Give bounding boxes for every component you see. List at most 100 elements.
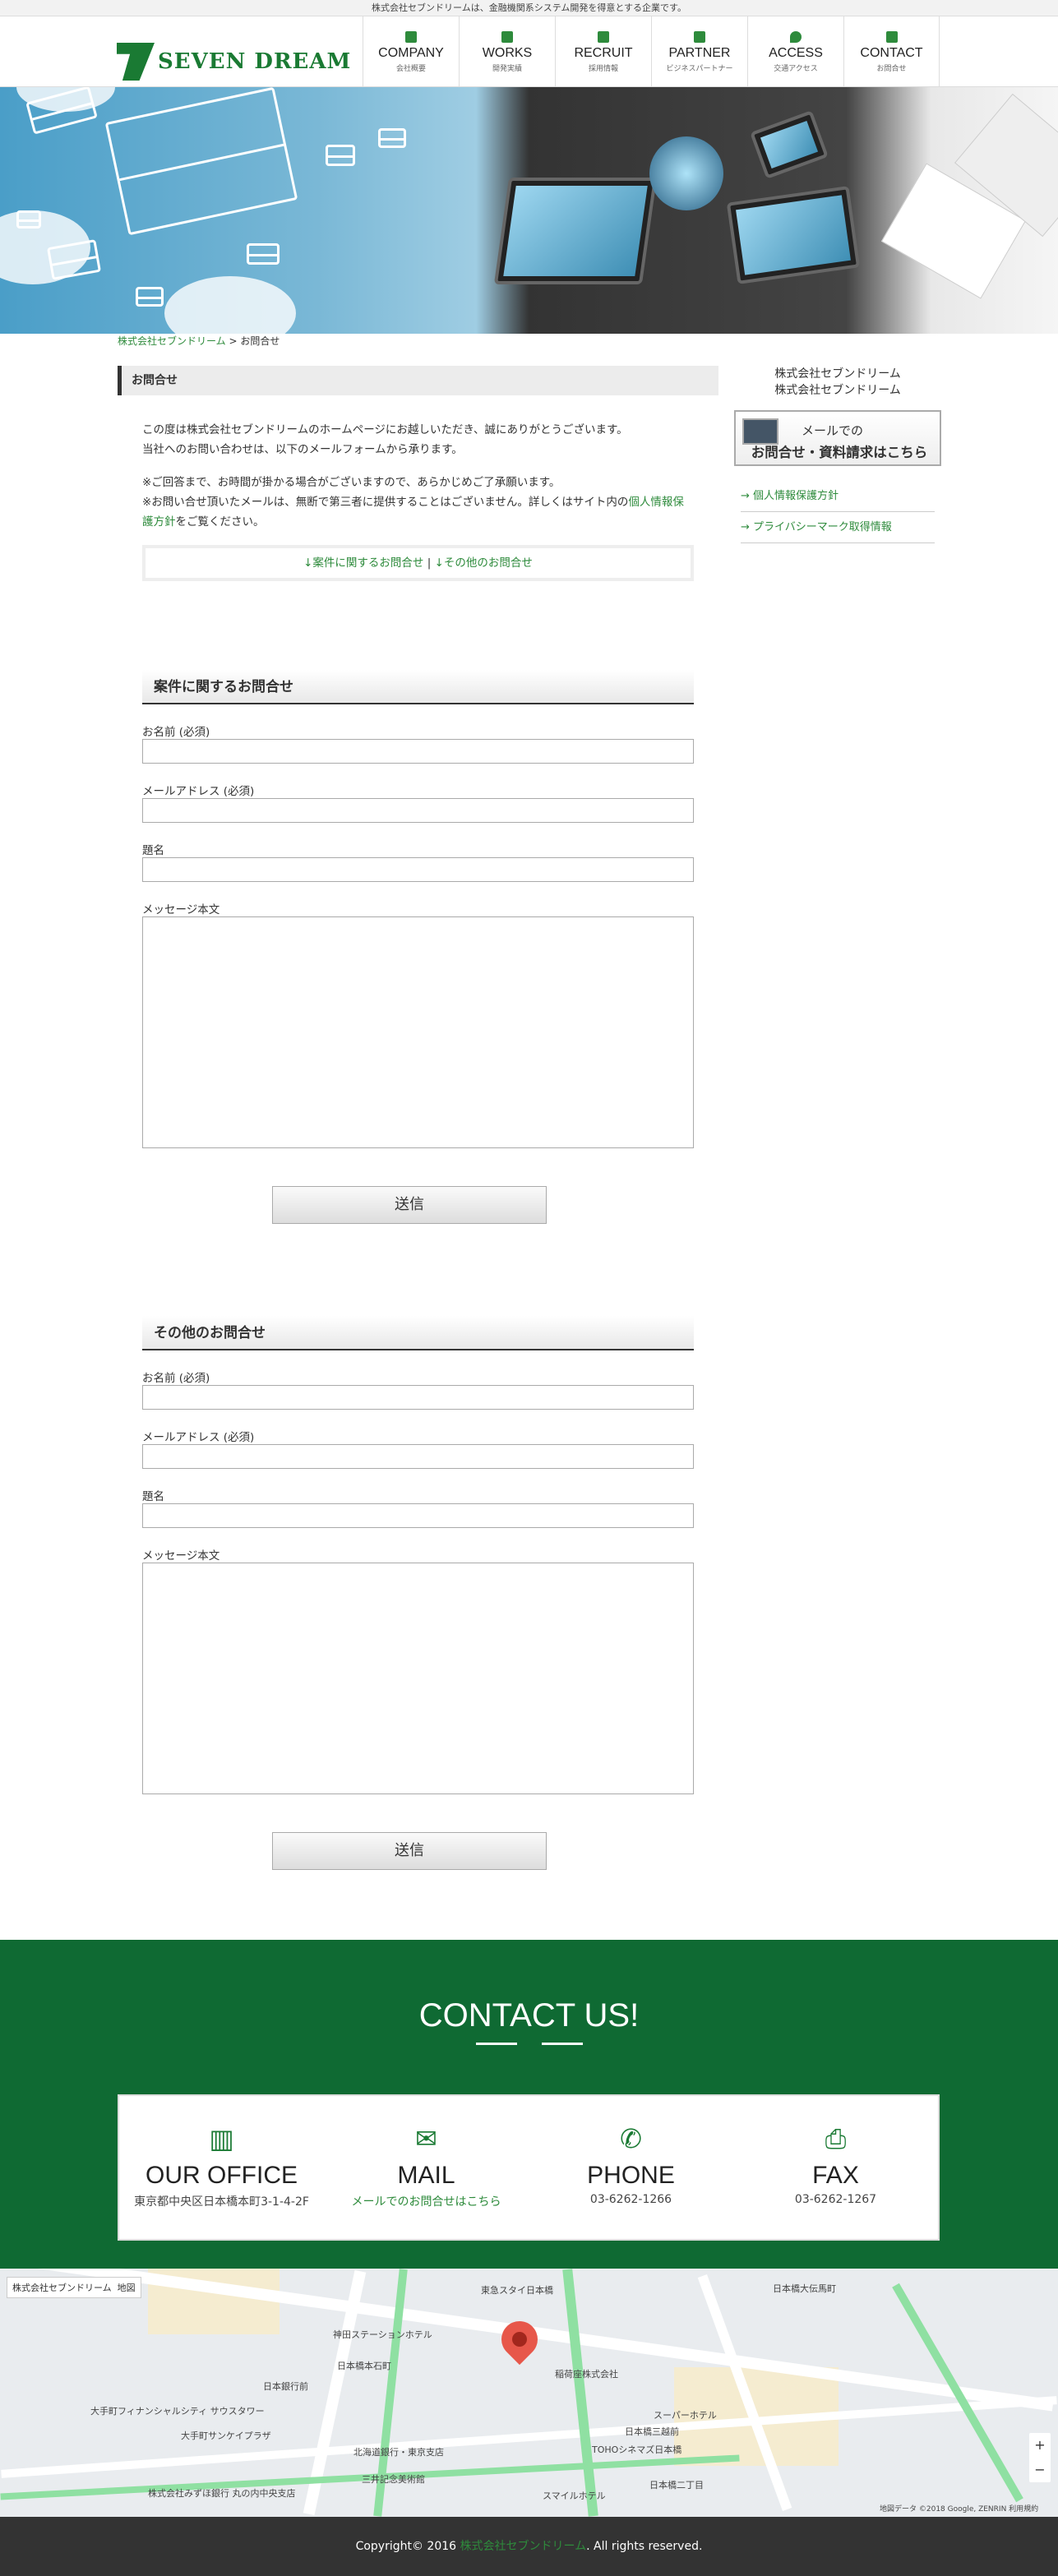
anchor-project-inquiry[interactable]: ↓案件に関するお問合せ (303, 556, 423, 570)
map-place-name: 株式会社セブンドリーム (12, 2283, 112, 2293)
sidebar: 株式会社セブンドリーム 株式会社セブンドリーム メールでの お問合せ・資料請求はこ… (734, 366, 941, 543)
email-label: メールアドレス (必須) (142, 785, 255, 798)
mail-title: MAIL (397, 2162, 455, 2189)
fax-title: FAX (812, 2162, 859, 2189)
map-label: 稲荷座株式会社 (555, 2369, 618, 2380)
nav-company[interactable]: COMPANY 会社概要 (363, 16, 459, 87)
banner-line2: お問合せ・資料請求はこちら (751, 445, 928, 460)
subject-field[interactable] (142, 857, 694, 882)
map-label: 大手町フィナンシャルシティ サウスタワー (90, 2406, 265, 2417)
office-title: OUR OFFICE (146, 2162, 298, 2189)
map-type-tab[interactable]: 地図 (118, 2283, 136, 2293)
nav-label: WORKS (482, 45, 533, 60)
map-label: 日本銀行前 (263, 2381, 308, 2392)
building-icon (405, 30, 417, 43)
contact-title: CONTACT US! (418, 1997, 640, 2034)
nav-access[interactable]: ACCESS 交通アクセス (747, 16, 843, 87)
main-nav: COMPANY 会社概要 WORKS 開発実績 RECRUIT 採用情報 PARTNE… (363, 16, 940, 87)
breadcrumb-home[interactable]: 株式会社セブンドリーム (118, 335, 226, 347)
project-inquiry-form: 案件に関するお問合せ お名前 (必須) メールアドレス (必須) 題名 メッセー… (142, 670, 694, 1224)
sidebar-item-privacy[interactable]: → 個人情報保護方針 (741, 481, 935, 512)
subject-label: 題名 (142, 1490, 164, 1503)
main-content: お問合せ この度は株式会社セブンドリームのホームページにお越しいただき、誠にあり… (118, 366, 718, 1870)
nav-contact[interactable]: CONTACT お問合せ (843, 16, 940, 87)
map-label: 日本橋大伝馬町 (773, 2283, 836, 2294)
subject-field[interactable] (142, 1503, 694, 1528)
zoom-controls[interactable]: + − (1029, 2433, 1051, 2482)
anchor-other-inquiry[interactable]: ↓その他のお問合せ (435, 556, 533, 570)
nav-works[interactable]: WORKS 開発実績 (459, 16, 555, 87)
logo-text: SEVEN DREAM (158, 49, 352, 74)
contact-icon (885, 30, 898, 43)
footer: Copyright© 2016 株式会社セブンドリーム. All rights … (0, 2517, 1058, 2576)
other-inquiry-form: その他のお問合せ お名前 (必須) メールアドレス (必須) 題名 メッセージ本… (142, 1316, 694, 1870)
fax-info: ⎙ FAX 03-6262-1267 (733, 2096, 938, 2239)
works-icon (501, 30, 513, 43)
company-name: 株式会社セブンドリーム (774, 384, 901, 397)
nav-sublabel: ビジネスパートナー (666, 64, 733, 73)
name-label: お名前 (必須) (142, 1372, 210, 1385)
map-label: TOHOシネマズ日本橋 (592, 2444, 682, 2455)
subject-label: 題名 (142, 844, 164, 857)
name-field[interactable] (142, 739, 694, 764)
banner-line1: メールでの (802, 423, 864, 438)
nav-recruit[interactable]: RECRUIT 採用情報 (555, 16, 651, 87)
nav-partner[interactable]: PARTNER ビジネスパートナー (651, 16, 747, 87)
contact-box: ▥ OUR OFFICE 東京都中央区日本橋本町3-1-4-2F ✉ MAIL … (118, 2094, 940, 2241)
copyright-end: . All rights reserved. (586, 2540, 703, 2553)
globe-image (649, 136, 723, 210)
email-field[interactable] (142, 1444, 694, 1469)
phone-image (750, 110, 829, 179)
sidebar-link[interactable]: → プライバシーマーク取得情報 (741, 521, 892, 533)
recruit-icon (598, 30, 609, 43)
notice-line-end: をご覧ください。 (175, 515, 265, 529)
nav-sublabel: 交通アクセス (774, 64, 818, 73)
message-label: メッセージ本文 (142, 1549, 220, 1563)
title-underline (0, 2043, 1058, 2045)
map-label: 大手町サンケイプラザ (181, 2431, 271, 2441)
map-label: 日本橋本石町 (337, 2361, 391, 2371)
sidebar-company: 株式会社セブンドリーム 株式会社セブンドリーム (734, 366, 941, 399)
map-place-label[interactable]: 株式会社セブンドリーム 地図 (7, 2277, 141, 2298)
envelope-icon (16, 210, 41, 229)
map-label: 日本橋二丁目 (649, 2480, 704, 2491)
map-label: 日本橋三越前 (625, 2426, 679, 2437)
nav-sublabel: お問合せ (876, 64, 907, 73)
name-field[interactable] (142, 1385, 694, 1410)
message-label: メッセージ本文 (142, 903, 220, 916)
mail-link[interactable]: メールでのお問合せはこちら (324, 2193, 529, 2209)
breadcrumb-sep: > (229, 335, 238, 347)
nav-sublabel: 採用情報 (588, 64, 618, 73)
page-title: お問合せ (118, 366, 718, 395)
footer-company-link[interactable]: 株式会社セブンドリーム (460, 2540, 587, 2553)
mail-inquiry-banner[interactable]: メールでの お問合せ・資料請求はこちら (734, 410, 941, 466)
copyright-text: Copyright© 2016 (355, 2540, 460, 2553)
topbar: 株式会社セブンドリームは、金融機関系システム開発を得意とする企業です。 (0, 0, 1058, 16)
anchor-sep: | (427, 556, 432, 570)
submit-button[interactable]: 送信 (272, 1186, 547, 1224)
notice-line: ※お問い合せ頂いたメールは、無断で第三者に提供することはございません。詳しくはサ… (142, 496, 629, 509)
phone-info: ✆ PHONE 03-6262-1266 (529, 2096, 733, 2239)
message-textarea[interactable] (142, 916, 694, 1148)
nav-label: RECRUIT (574, 45, 633, 60)
logo[interactable]: SEVEN DREAM (117, 43, 351, 81)
email-field[interactable] (142, 798, 694, 823)
map-pin-icon[interactable] (493, 2313, 546, 2366)
submit-button[interactable]: 送信 (272, 1832, 547, 1870)
map[interactable]: 東急スタイ日本橋 神田ステーションホテル 稲荷座株式会社 日本橋本石町 スーパー… (0, 2269, 1058, 2517)
nav-label: PARTNER (668, 45, 731, 60)
sidebar-item-pmark[interactable]: → プライバシーマーク取得情報 (741, 512, 935, 543)
logo-mark-icon (117, 43, 155, 81)
message-textarea[interactable] (142, 1563, 694, 1794)
map-icon: ▥ (209, 2123, 234, 2154)
laptop-image (493, 178, 658, 284)
envelope-icon (104, 87, 298, 236)
mail-icon: ✉ (415, 2123, 437, 2154)
nav-sublabel: 会社概要 (395, 64, 426, 73)
topbar-text: 株式会社セブンドリームは、金融機関系システム開発を得意とする企業です。 (372, 2, 686, 13)
sidebar-link[interactable]: → 個人情報保護方針 (741, 490, 839, 502)
map-label: 株式会社みずほ銀行 丸の内中央支店 (148, 2488, 296, 2499)
map-pin-icon (790, 30, 802, 43)
envelope-icon (326, 145, 355, 166)
anchor-links: ↓案件に関するお問合せ | ↓その他のお問合せ (142, 545, 694, 581)
